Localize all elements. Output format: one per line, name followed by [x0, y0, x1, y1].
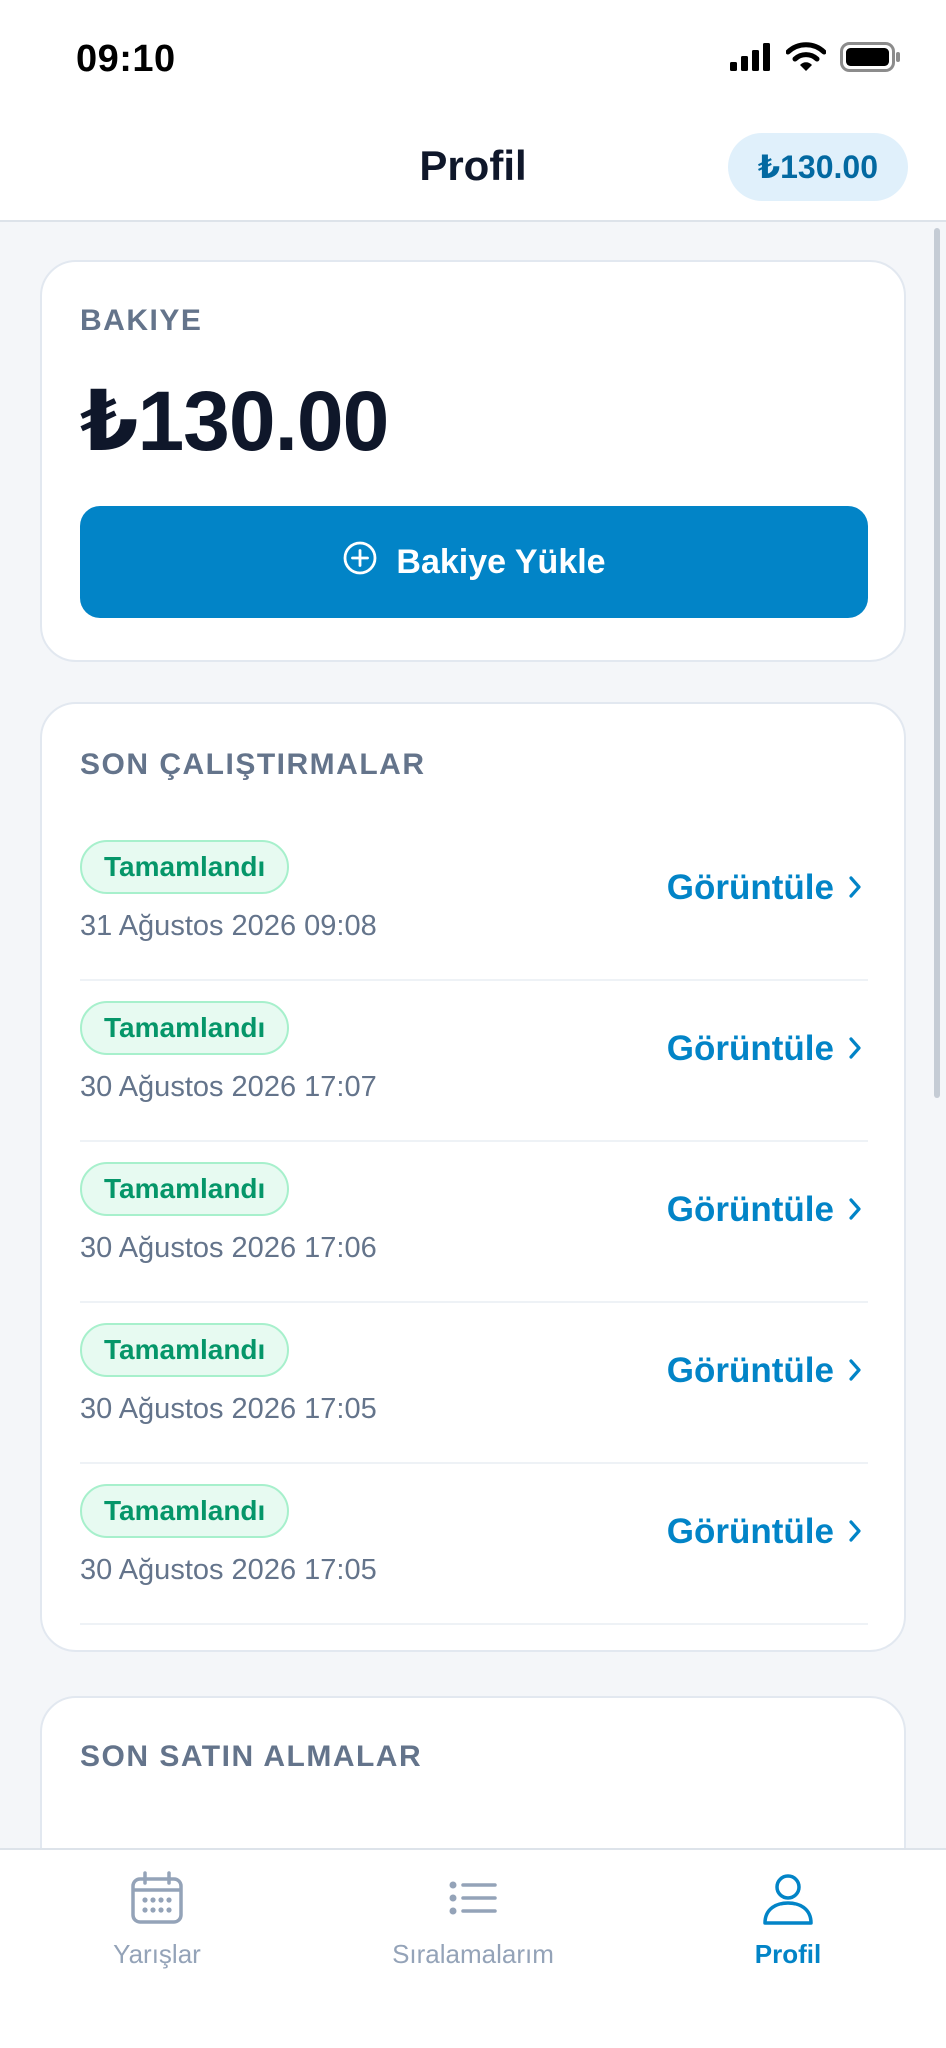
recent-runs-label: SON ÇALIŞTIRMALAR: [80, 748, 426, 781]
tab-profile[interactable]: Profil: [668, 1870, 908, 1970]
calendar-icon: [129, 1870, 185, 1931]
status-badge: Tamamlandı: [80, 1162, 290, 1216]
chevron-right-icon: [848, 1190, 862, 1230]
cellular-signal-icon: [730, 43, 772, 76]
status-badge: Tamamlandı: [80, 840, 290, 894]
tab-races[interactable]: Yarışlar: [37, 1870, 277, 1970]
recent-purchases-card: SON SATIN ALMALAR: [40, 1696, 906, 1848]
view-run-label: Görüntüle: [666, 1029, 834, 1068]
tab-rankings[interactable]: Sıralamalarım: [353, 1870, 593, 1970]
balance-card: BAKIYE ₺130.00 Bakiye Yükle: [40, 260, 906, 662]
run-list: Tamamlandı 31 Ağustos 2026 09:08 Görüntü…: [80, 820, 868, 1625]
battery-icon: [840, 42, 902, 77]
run-date: 30 Ağustos 2026 17:07: [80, 1071, 377, 1103]
status-badge: Tamamlandı: [80, 1484, 290, 1538]
run-row: Tamamlandı 30 Ağustos 2026 17:07 Görüntü…: [80, 981, 868, 1142]
status-badge: Tamamlandı: [80, 1001, 290, 1055]
tab-races-label: Yarışlar: [113, 1939, 201, 1969]
run-row: Tamamlandı 30 Ağustos 2026 17:06 Görüntü…: [80, 1142, 868, 1303]
tab-profile-label: Profil: [754, 1939, 822, 1969]
chevron-right-icon: [848, 1029, 862, 1069]
list-icon: [445, 1870, 501, 1931]
recent-purchases-label: SON SATIN ALMALAR: [80, 1740, 423, 1773]
header-balance-pill[interactable]: ₺130.00: [727, 133, 908, 201]
chevron-right-icon: [848, 1351, 862, 1391]
run-date: 30 Ağustos 2026 17:06: [80, 1232, 377, 1264]
profile-content[interactable]: BAKIYE ₺130.00 Bakiye Yükle SON ÇALIŞTIR…: [0, 224, 946, 1848]
run-row: Tamamlandı 30 Ağustos 2026 17:05 Görüntü…: [80, 1303, 868, 1464]
recent-runs-card: SON ÇALIŞTIRMALAR Tamamlandı 31 Ağustos …: [40, 702, 906, 1652]
status-time: 09:10: [76, 38, 176, 80]
chevron-right-icon: [848, 1512, 862, 1552]
view-run-label: Görüntüle: [666, 1190, 834, 1229]
topup-button[interactable]: Bakiye Yükle: [80, 506, 868, 618]
view-run-button[interactable]: Görüntüle: [667, 1512, 862, 1552]
tab-bar: Yarışlar Sıralamalarım Profil: [0, 1848, 946, 2048]
tab-rankings-label: Sıralamalarım: [392, 1939, 554, 1969]
plus-circle-icon: [342, 540, 378, 585]
view-run-label: Görüntüle: [666, 1351, 834, 1390]
run-row: Tamamlandı 30 Ağustos 2026 17:05 Görüntü…: [80, 1464, 868, 1625]
view-run-button[interactable]: Görüntüle: [667, 1351, 862, 1391]
status-icons: [730, 42, 902, 77]
run-date: 30 Ağustos 2026 17:05: [80, 1393, 377, 1425]
status-bar: 09:10: [0, 0, 946, 112]
scrollbar[interactable]: [934, 228, 940, 1098]
status-badge: Tamamlandı: [80, 1323, 290, 1377]
run-date: 31 Ağustos 2026 09:08: [80, 910, 377, 942]
run-date: 30 Ağustos 2026 17:05: [80, 1554, 377, 1586]
view-run-label: Görüntüle: [666, 868, 834, 907]
view-run-button[interactable]: Görüntüle: [667, 1190, 862, 1230]
balance-label: BAKIYE: [80, 304, 203, 337]
chevron-right-icon: [848, 868, 862, 908]
view-run-label: Görüntüle: [666, 1512, 834, 1551]
view-run-button[interactable]: Görüntüle: [667, 868, 862, 908]
view-run-button[interactable]: Görüntüle: [667, 1029, 862, 1069]
wifi-icon: [785, 42, 827, 77]
nav-bar: Profil ₺130.00: [0, 112, 946, 222]
user-icon: [760, 1870, 816, 1931]
topup-button-label: Bakiye Yükle: [396, 542, 606, 581]
run-row: Tamamlandı 31 Ağustos 2026 09:08 Görüntü…: [80, 820, 868, 981]
balance-amount: ₺130.00: [80, 374, 389, 468]
